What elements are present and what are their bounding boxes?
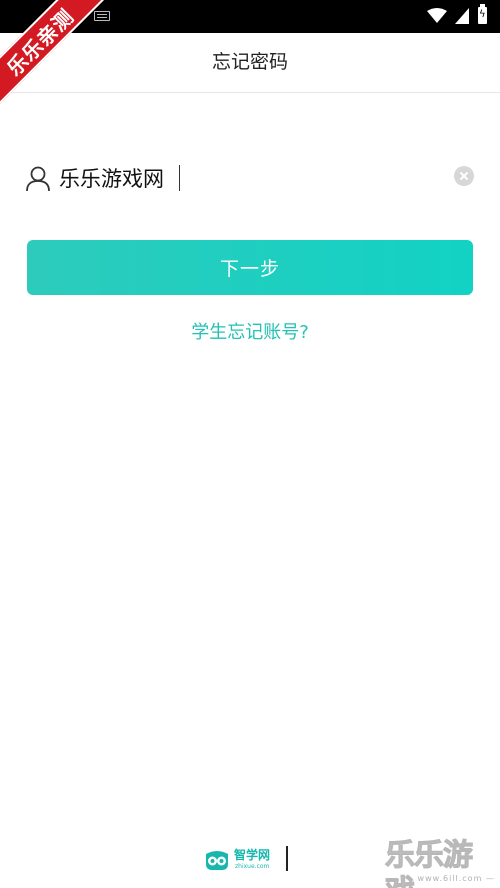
next-step-button[interactable]: 下一步 [27,240,473,295]
logo-domain: zhixue.com [235,863,270,870]
clear-icon[interactable] [454,166,474,186]
text-caret [179,165,180,191]
watermark: 乐乐游戏 — www.6ill.com — [385,838,500,888]
ribbon-container: 乐乐亲测 [0,0,110,110]
footer-divider [286,846,288,871]
corner-ribbon: 乐乐亲测 [0,0,110,110]
wifi-icon [427,8,447,23]
signal-icon [455,8,469,24]
watermark-url: — www.6ill.com — [405,874,495,883]
user-icon [26,166,50,192]
forgot-account-link[interactable]: 学生忘记账号? [0,318,500,344]
account-input[interactable] [59,160,439,196]
logo-name: 智学网 [234,848,271,862]
footer-logo: 智学网 zhixue.com [204,848,294,874]
account-field [26,156,474,202]
owl-logo-icon [206,851,228,870]
battery-icon: ϟ [478,4,487,24]
